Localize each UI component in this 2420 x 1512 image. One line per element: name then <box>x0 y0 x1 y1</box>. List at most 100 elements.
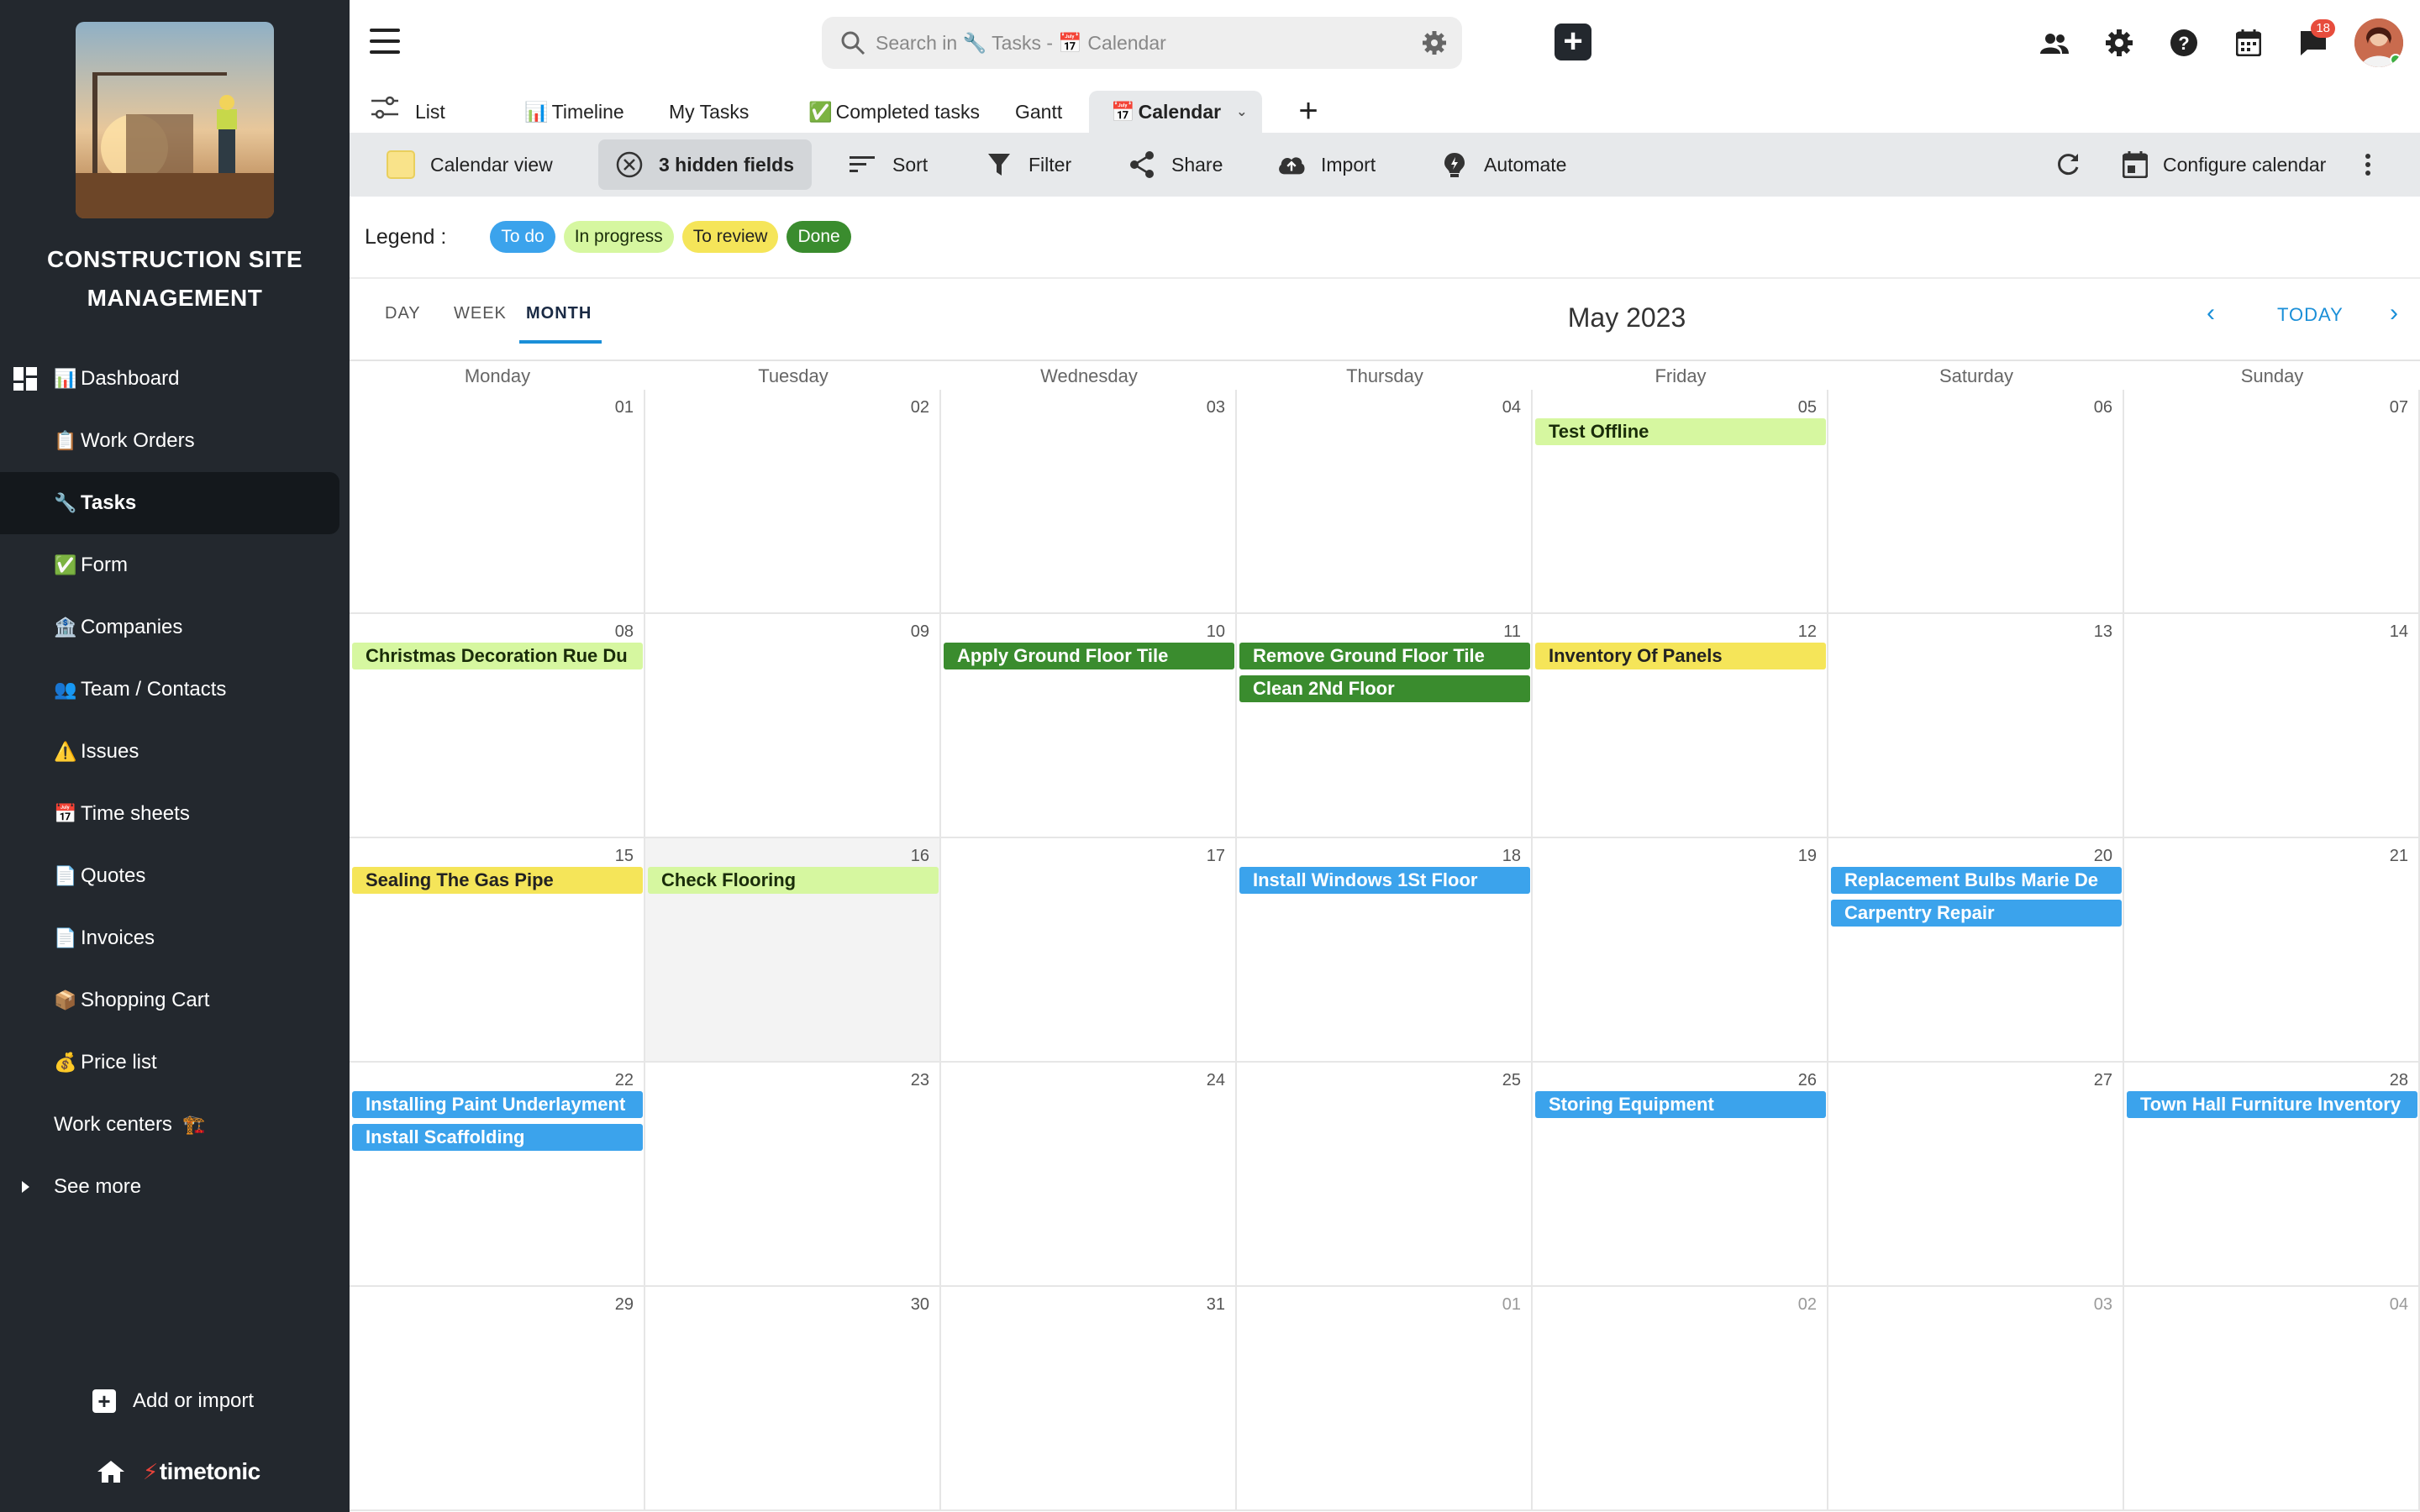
legend-todo: To do <box>490 221 555 253</box>
share-button[interactable]: Share <box>1111 139 1239 190</box>
calendar-event[interactable]: Clean 2Nd Floor <box>1239 675 1530 702</box>
sidebar-item-form[interactable]: ✅ Form <box>0 534 350 596</box>
filter-button[interactable]: Filter <box>968 139 1088 190</box>
day-cell[interactable]: 07 <box>2124 390 2420 614</box>
chevron-down-icon[interactable]: ⌄ <box>1236 103 1247 120</box>
new-item-button[interactable]: + <box>1555 24 1591 60</box>
sort-button[interactable]: Sort <box>832 139 944 190</box>
tab-calendar[interactable]: 📅 Calendar ⌄ <box>1089 91 1262 133</box>
calendar-event[interactable]: Storing Equipment <box>1535 1091 1826 1118</box>
sidebar-item-time-sheets[interactable]: 📅 Time sheets <box>0 783 350 845</box>
gear-icon[interactable] <box>1422 30 1447 55</box>
toolbar: Calendar view 3 hidden fields Sort Filte… <box>350 133 2420 197</box>
chat-icon[interactable]: 18 <box>2290 19 2337 66</box>
sidebar-item-work-centers[interactable]: Work centers 🏗️ <box>0 1094 350 1156</box>
sidebar-item-label: Time sheets <box>81 802 190 825</box>
day-cell[interactable]: 17 <box>941 838 1237 1063</box>
sidebar-item-label: Tasks <box>81 491 137 514</box>
day-cell[interactable]: 01 <box>350 390 645 614</box>
search-input[interactable]: Search in 🔧 Tasks - 📅 Calendar <box>876 32 1166 55</box>
calendar-event[interactable]: Installing Paint Underlayment <box>352 1091 643 1118</box>
day-cell[interactable]: 25 <box>1237 1063 1533 1287</box>
tab-gantt[interactable]: Gantt <box>1002 91 1076 133</box>
users-icon[interactable] <box>2031 19 2078 66</box>
calendar-view-button[interactable]: Calendar view <box>370 139 570 190</box>
sidebar-item-tasks[interactable]: 🔧 Tasks <box>0 472 339 534</box>
day-cell[interactable]: 21 <box>2124 838 2420 1063</box>
calendar-event[interactable]: Install Scaffolding <box>352 1124 643 1151</box>
help-icon[interactable]: ? <box>2160 19 2207 66</box>
day-cell[interactable]: 06 <box>1828 390 2124 614</box>
checkmark-icon: ✅ <box>54 554 77 575</box>
day-cell[interactable]: 29 <box>350 1287 645 1511</box>
refresh-icon[interactable] <box>2055 139 2081 190</box>
calendar-icon: 📅 <box>1111 100 1135 123</box>
calendar-icon[interactable] <box>2225 19 2272 66</box>
day-cell[interactable]: 14 <box>2124 614 2420 838</box>
calendar-event[interactable]: Christmas Decoration Rue Du <box>352 643 643 669</box>
avatar[interactable] <box>2354 18 2403 67</box>
sidebar-item-companies[interactable]: 🏦 Companies <box>0 596 350 659</box>
day-cell[interactable]: 03 <box>941 390 1237 614</box>
import-button[interactable]: Import <box>1260 139 1392 190</box>
day-cell[interactable]: 19 <box>1533 838 1828 1063</box>
home-icon[interactable] <box>96 1459 126 1484</box>
tab-completed-tasks[interactable]: ✅ Completed tasks <box>795 91 993 133</box>
calendar-event[interactable]: Remove Ground Floor Tile <box>1239 643 1530 669</box>
calendar-event[interactable]: Install Windows 1St Floor <box>1239 867 1530 894</box>
automate-button[interactable]: Automate <box>1423 139 1583 190</box>
calendar-event[interactable]: Test Offline <box>1535 418 1826 445</box>
sidebar-item-quotes[interactable]: 📄 Quotes <box>0 845 350 907</box>
day-cell[interactable]: 27 <box>1828 1063 2124 1287</box>
chevron-left-icon[interactable]: ‹ <box>2207 299 2216 328</box>
sidebar-item-shopping-cart[interactable]: 📦 Shopping Cart <box>0 969 350 1032</box>
calendar-event[interactable]: Inventory Of Panels <box>1535 643 1826 669</box>
tab-timeline[interactable]: 📊 Timeline <box>511 91 638 133</box>
day-cell[interactable]: 13 <box>1828 614 2124 838</box>
mode-week-tab[interactable]: WEEK <box>454 304 507 340</box>
sidebar-item-issues[interactable]: ⚠️ Issues <box>0 721 350 783</box>
settings-icon[interactable] <box>2096 19 2143 66</box>
calendar-event[interactable]: Sealing The Gas Pipe <box>352 867 643 894</box>
day-cell[interactable]: 09 <box>645 614 941 838</box>
day-cell[interactable]: 23 <box>645 1063 941 1287</box>
sidebar-see-more[interactable]: See more <box>0 1156 350 1218</box>
configure-calendar-button[interactable]: Configure calendar <box>2123 139 2326 190</box>
chevron-right-icon[interactable]: › <box>2390 299 2399 328</box>
mode-month-tab[interactable]: MONTH <box>519 304 602 344</box>
sidebar-item-dashboard[interactable]: 📊 Dashboard <box>0 348 350 410</box>
automate-label: Automate <box>1484 153 1567 176</box>
day-cell[interactable]: 04 <box>2124 1287 2420 1511</box>
day-number: 01 <box>1502 1295 1521 1314</box>
day-cell[interactable]: 31 <box>941 1287 1237 1511</box>
hidden-fields-button[interactable]: 3 hidden fields <box>598 139 812 190</box>
calendar-event[interactable]: Apply Ground Floor Tile <box>944 643 1234 669</box>
sidebar-item-team-contacts[interactable]: 👥 Team / Contacts <box>0 659 350 721</box>
day-cell[interactable]: 30 <box>645 1287 941 1511</box>
day-cell[interactable]: 02 <box>645 390 941 614</box>
sidebar-item-work-orders[interactable]: 📋 Work Orders <box>0 410 350 472</box>
sidebar-item-label: Form <box>81 554 128 576</box>
tab-my-tasks[interactable]: My Tasks <box>655 91 762 133</box>
calendar-event[interactable]: Check Flooring <box>648 867 939 894</box>
day-cell[interactable]: 03 <box>1828 1287 2124 1511</box>
calendar-event[interactable]: Carpentry Repair <box>1831 900 2122 927</box>
more-options-icon[interactable] <box>2365 139 2371 190</box>
add-view-icon[interactable]: + <box>1287 91 1329 133</box>
day-cell[interactable]: 24 <box>941 1063 1237 1287</box>
sliders-icon[interactable] <box>370 92 400 123</box>
tab-list[interactable]: List <box>402 91 459 133</box>
calendar-icon: 📅 <box>54 803 77 824</box>
day-cell[interactable]: 02 <box>1533 1287 1828 1511</box>
search-bar[interactable]: Search in 🔧 Tasks - 📅 Calendar <box>822 17 1462 69</box>
sidebar-item-price-list[interactable]: 💰 Price list <box>0 1032 350 1094</box>
day-cell[interactable]: 01 <box>1237 1287 1533 1511</box>
calendar-event[interactable]: Replacement Bulbs Marie De <box>1831 867 2122 894</box>
sidebar-item-invoices[interactable]: 📄 Invoices <box>0 907 350 969</box>
calendar-event[interactable]: Town Hall Furniture Inventory <box>2127 1091 2417 1118</box>
mode-day-tab[interactable]: DAY <box>385 304 421 340</box>
today-button[interactable]: TODAY <box>2277 304 2344 326</box>
menu-icon[interactable] <box>370 29 400 54</box>
add-or-import-button[interactable]: + Add or import <box>92 1389 254 1413</box>
day-cell[interactable]: 04 <box>1237 390 1533 614</box>
